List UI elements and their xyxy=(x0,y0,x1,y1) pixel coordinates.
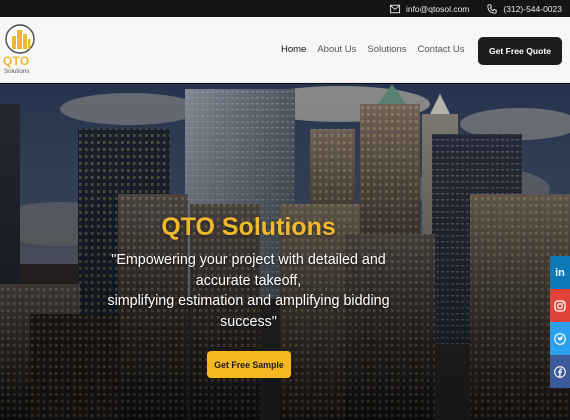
twitter-glyph xyxy=(554,332,566,345)
email-text: info@qtosol.com xyxy=(405,3,470,14)
nav-solutions[interactable]: Solutions xyxy=(367,44,406,55)
hero-title: QTO Solutions xyxy=(161,213,336,241)
hero-section: QTO Solutions "Empowering your project w… xyxy=(0,84,570,420)
nav-about-us[interactable]: About Us xyxy=(317,44,356,55)
phone-contact[interactable]: (312)-544-0023 xyxy=(487,4,562,14)
contact-bar: info@qtosol.com (312)-544-0023 xyxy=(0,0,570,17)
site-logo[interactable]: QTO Solutions xyxy=(3,24,37,78)
main-nav: Home About Us Solutions Contact Us xyxy=(281,44,465,55)
nav-contact-us[interactable]: Contact Us xyxy=(418,44,465,55)
nav-home[interactable]: Home xyxy=(281,44,306,55)
twitter-icon[interactable] xyxy=(550,322,570,355)
tagline-line: accurate takeoff, xyxy=(195,272,302,289)
tagline-line: simplifying estimation and amplifying bi… xyxy=(107,293,390,309)
logo-subtitle: Solutions xyxy=(4,68,30,75)
phone-icon xyxy=(487,3,498,14)
email-contact[interactable]: info@qtosol.com xyxy=(389,3,470,14)
instagram-glyph xyxy=(554,299,566,312)
social-links: in xyxy=(550,256,570,388)
linkedin-icon[interactable]: in xyxy=(550,256,570,289)
get-free-sample-button[interactable]: Get Free Sample xyxy=(207,351,291,378)
tagline-line: "Empowering your project with detailed a… xyxy=(111,252,386,268)
phone-text: (312)-544-0023 xyxy=(503,3,562,14)
site-header: QTO Solutions Home About Us Solutions Co… xyxy=(0,17,570,83)
instagram-icon[interactable] xyxy=(550,289,570,322)
mail-icon xyxy=(389,4,400,13)
facebook-glyph xyxy=(554,365,566,378)
get-free-quote-button[interactable]: Get Free Quote xyxy=(478,37,562,65)
facebook-icon[interactable] xyxy=(550,355,570,388)
logo-brand: QTO xyxy=(3,54,30,68)
hero-tagline: "Empowering your project with detailed a… xyxy=(0,250,497,332)
logo-buildings-icon xyxy=(5,24,35,54)
tagline-line: success" xyxy=(220,313,277,330)
